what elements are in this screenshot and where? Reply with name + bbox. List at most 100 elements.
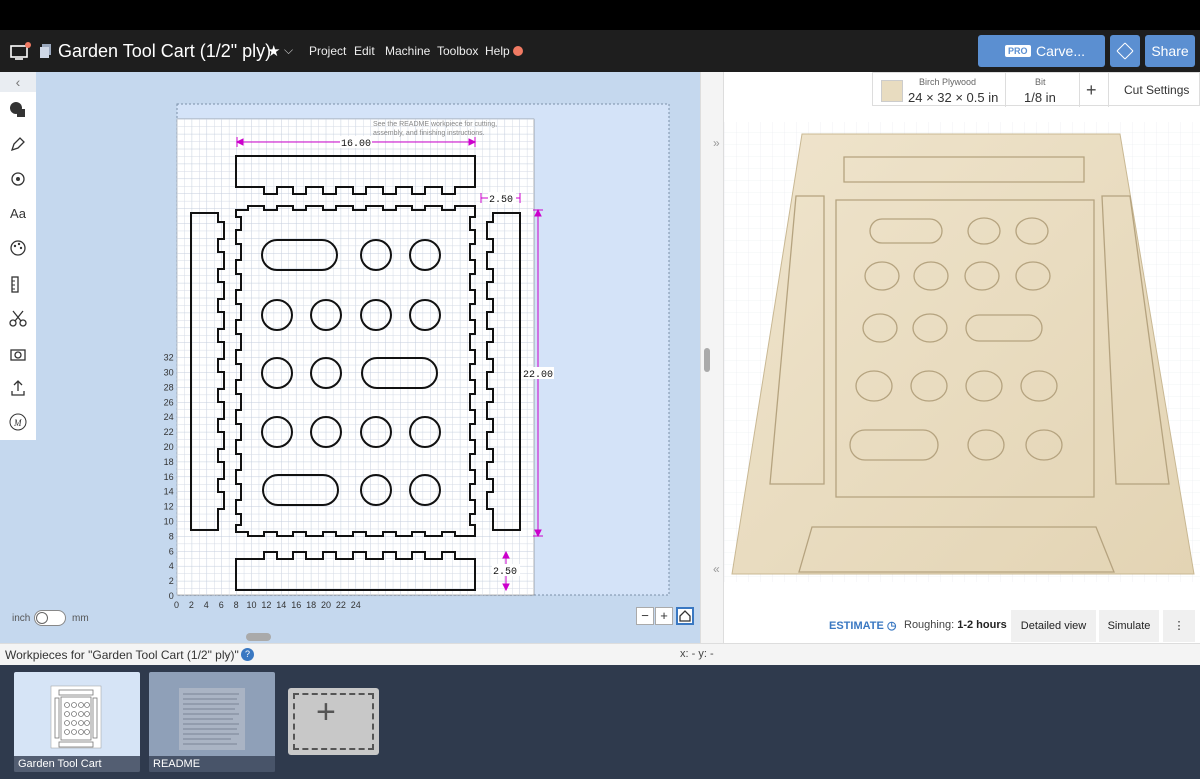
estimate-label[interactable]: ESTIMATE ◷ — [829, 619, 896, 632]
expand-left-icon[interactable]: « — [713, 562, 720, 576]
menu-toolbox[interactable]: Toolbox — [437, 44, 478, 58]
fullscreen-button[interactable] — [1110, 35, 1140, 67]
more-options-button[interactable]: ⋮ — [1163, 610, 1195, 642]
menu-project[interactable]: Project — [309, 44, 346, 58]
workpiece-card-label: Garden Tool Cart — [14, 756, 140, 772]
x-tick-label: 0 — [174, 600, 179, 610]
x-tick-label: 18 — [306, 600, 316, 610]
x-tick-label: 4 — [204, 600, 209, 610]
clock-icon: ◷ — [886, 620, 897, 632]
y-tick-label: 8 — [169, 531, 174, 541]
y-tick-label: 4 — [169, 561, 174, 571]
roughing-estimate: Roughing: 1-2 hours — [904, 619, 1007, 631]
x-tick-label: 10 — [247, 600, 257, 610]
dim-side-width: 2.50 — [489, 195, 513, 206]
dim-top-width: 16.00 — [341, 139, 371, 150]
expand-right-icon[interactable]: » — [713, 136, 720, 150]
camera-icon[interactable] — [8, 344, 28, 364]
3d-preview[interactable] — [724, 72, 1200, 610]
palette-icon[interactable] — [8, 238, 28, 258]
readme-thumbnail — [179, 688, 245, 750]
plus-icon: + — [316, 693, 336, 731]
x-tick-label: 22 — [336, 600, 346, 610]
menu-machine[interactable]: Machine — [385, 44, 430, 58]
y-tick-label: 16 — [164, 472, 174, 482]
chevron-down-icon[interactable]: ⌵ — [223, 647, 231, 660]
material-name[interactable]: Birch Plywood — [919, 77, 976, 87]
material-size[interactable]: 24 × 32 × 0.5 in — [908, 90, 998, 105]
bit-value[interactable]: 1/8 in — [1024, 90, 1056, 105]
scissors-icon[interactable] — [8, 308, 28, 328]
bit-label[interactable]: Bit — [1035, 77, 1046, 87]
dim-bottom-width: 2.50 — [493, 567, 517, 578]
expand-icon — [1116, 42, 1134, 60]
cut-settings-button[interactable]: Cut Settings — [1124, 83, 1189, 97]
y-tick-label: 18 — [164, 457, 174, 467]
y-tick-label: 20 — [164, 442, 174, 452]
project-title[interactable]: Garden Tool Cart (1/2" ply) — [58, 41, 271, 62]
chevron-down-icon[interactable]: ⌵ — [284, 43, 293, 58]
pen-icon[interactable] — [8, 134, 28, 154]
material-swatch[interactable] — [881, 80, 903, 102]
dim-height: 22.00 — [523, 370, 553, 381]
carve-label: Carve... — [1036, 43, 1086, 59]
x-tick-label: 16 — [291, 600, 301, 610]
pro-badge: PRO — [1005, 45, 1031, 57]
x-tick-label: 6 — [219, 600, 224, 610]
home-icon — [679, 610, 691, 622]
detailed-view-button[interactable]: Detailed view — [1011, 610, 1096, 642]
zoom-out-button[interactable]: − — [636, 607, 654, 625]
target-icon[interactable] — [8, 169, 28, 189]
workpiece-card-readme[interactable]: README — [149, 672, 275, 772]
y-tick-label: 14 — [164, 487, 174, 497]
app-menu-icon[interactable] — [10, 41, 32, 61]
unit-switch[interactable] — [34, 610, 66, 626]
unit-inch-label: inch — [12, 613, 31, 624]
readme-note-2: assembly, and finishing instructions. — [373, 130, 485, 137]
unit-mm-label: mm — [72, 613, 89, 624]
star-icon[interactable]: ★ — [267, 42, 280, 60]
y-tick-label: 32 — [164, 353, 174, 363]
design-panel: 0 2 4 6 8 10 12 14 16 18 20 22 24 0 2 4 6 8 10 12 14 16 18 20 22… — [0, 72, 700, 643]
y-tick-label: 28 — [164, 382, 174, 392]
y-tick-label: 0 — [169, 591, 174, 601]
y-tick-label: 2 — [169, 576, 174, 586]
cart-thumbnail — [50, 685, 102, 749]
panel-divider[interactable]: » « — [700, 72, 724, 643]
collapse-sidebar-button[interactable]: ‹ — [0, 72, 36, 92]
y-tick-label: 26 — [164, 397, 174, 407]
ruler-icon[interactable] — [8, 274, 28, 294]
upload-icon[interactable] — [8, 378, 28, 398]
x-tick-label: 2 — [189, 600, 194, 610]
x-tick-label: 20 — [321, 600, 331, 610]
material-bar: Birch Plywood 24 × 32 × 0.5 in Bit 1/8 i… — [872, 72, 1200, 107]
text-icon[interactable]: Aa — [8, 206, 28, 226]
menu-help[interactable]: Help — [485, 44, 510, 58]
preview-panel: Birch Plywood 24 × 32 × 0.5 in Bit 1/8 i… — [724, 72, 1200, 643]
zoom-in-button[interactable]: + — [655, 607, 673, 625]
home-button[interactable] — [676, 607, 694, 625]
y-tick-label: 10 — [164, 517, 174, 527]
notification-dot — [513, 46, 523, 56]
workpieces-header: Workpieces for "Garden Tool Cart (1/2" p… — [0, 643, 1200, 665]
y-tick-label: 6 — [169, 546, 174, 556]
simulate-button[interactable]: Simulate — [1099, 610, 1159, 642]
resize-handle[interactable] — [704, 348, 710, 372]
x-tick-label: 8 — [234, 600, 239, 610]
help-icon[interactable]: ? — [241, 648, 254, 661]
m-icon[interactable]: M — [8, 412, 28, 432]
shape-icon[interactable] — [8, 100, 28, 120]
document-icon — [40, 44, 51, 58]
add-workpiece-button[interactable]: + — [288, 688, 379, 755]
add-bit-button[interactable]: + — [1086, 80, 1097, 101]
menu-edit[interactable]: Edit — [354, 44, 375, 58]
horizontal-scrollbar[interactable] — [246, 633, 271, 641]
carve-button[interactable]: PRO Carve... — [978, 35, 1105, 67]
workpiece-card-cart[interactable]: Garden Tool Cart — [14, 672, 140, 772]
share-button[interactable]: Share — [1145, 35, 1195, 67]
design-canvas[interactable]: 0 2 4 6 8 10 12 14 16 18 20 22 240246810121416182022… — [0, 72, 700, 643]
y-tick-label: 12 — [164, 502, 174, 512]
tool-sidebar: ‹ Aa M — [0, 72, 36, 440]
zoom-controls: − + — [636, 607, 696, 627]
y-tick-label: 24 — [164, 412, 174, 422]
